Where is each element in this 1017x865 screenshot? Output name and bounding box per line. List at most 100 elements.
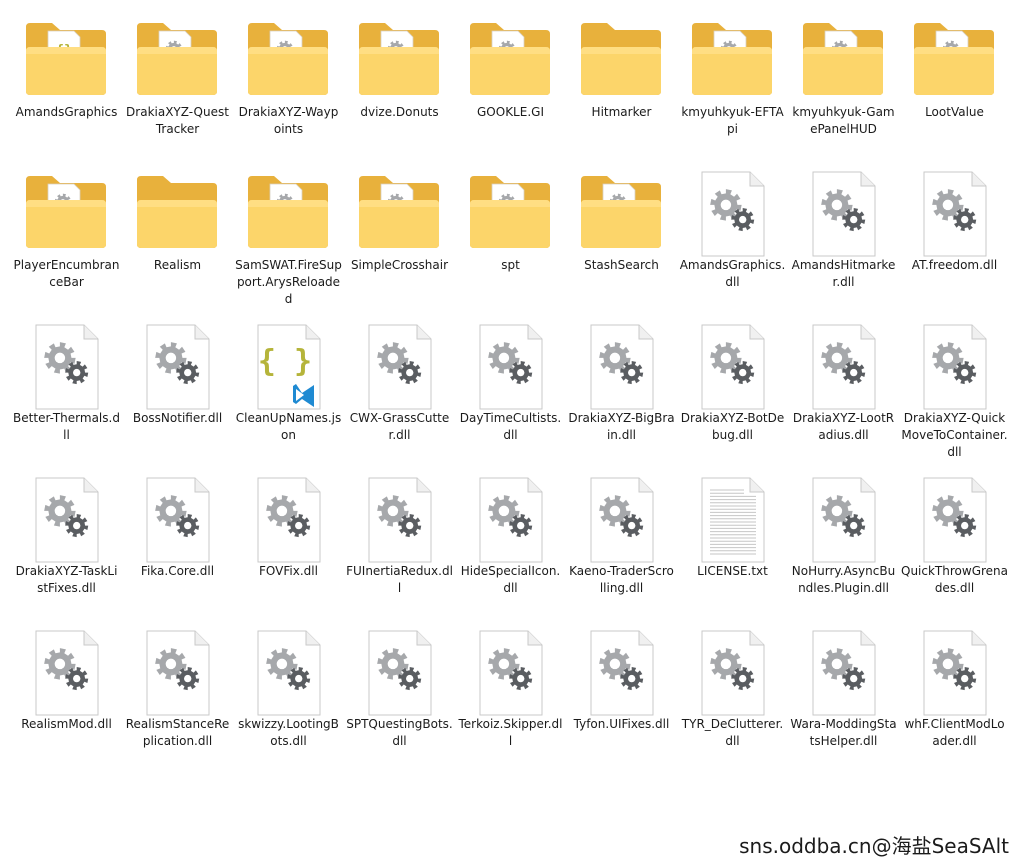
folder-item[interactable]: kmyuhkyuk-GamePanelHUD <box>788 10 899 163</box>
folder-icon <box>244 170 332 258</box>
dll-file-icon <box>355 629 443 717</box>
file-name-label: Realism <box>153 258 202 272</box>
folder-item[interactable]: Realism <box>122 163 233 316</box>
dll-file-icon <box>799 170 887 258</box>
file-item[interactable]: BossNotifier.dll <box>122 316 233 469</box>
file-item[interactable]: Tyfon.UIFixes.dll <box>566 622 677 775</box>
file-name-label: DrakiaXYZ-Waypoints <box>238 105 339 136</box>
dll-file-icon <box>355 476 443 564</box>
file-item[interactable]: skwizzy.LootingBots.dll <box>233 622 344 775</box>
file-name-label: Tyfon.UIFixes.dll <box>573 717 670 731</box>
file-name-label: CWX-GrassCutter.dll <box>349 411 450 442</box>
file-item[interactable]: RealismStanceReplication.dll <box>122 622 233 775</box>
dll-file-icon <box>133 629 221 717</box>
folder-icon <box>244 17 332 105</box>
dll-file-icon <box>466 323 554 411</box>
folder-icon <box>910 17 998 105</box>
file-name-label: StashSearch <box>584 258 659 272</box>
folder-item[interactable]: GOOKLE.GI <box>455 10 566 163</box>
folder-item[interactable]: spt <box>455 163 566 316</box>
dll-file-icon <box>22 323 110 411</box>
file-name-label: GOOKLE.GI <box>477 105 544 119</box>
file-name-label: DrakiaXYZ-BigBrain.dll <box>568 411 675 442</box>
file-name-label: SamSWAT.FireSupport.ArysReloaded <box>235 258 342 306</box>
file-name-label: DrakiaXYZ-QuestTracker <box>126 105 229 136</box>
folder-item[interactable]: SimpleCrosshair <box>344 163 455 316</box>
file-item[interactable]: LICENSE.txt <box>677 469 788 622</box>
file-item[interactable]: FOVFix.dll <box>233 469 344 622</box>
file-item[interactable]: { } CleanUpNames.json <box>233 316 344 469</box>
file-name-label: QuickThrowGrenades.dll <box>901 564 1009 595</box>
folder-item[interactable]: DrakiaXYZ-Waypoints <box>233 10 344 163</box>
file-item[interactable]: AT.freedom.dll <box>899 163 1010 316</box>
folder-item[interactable]: Hitmarker <box>566 10 677 163</box>
file-name-label: kmyuhkyuk-GamePanelHUD <box>792 105 895 136</box>
folder-icon <box>466 17 554 105</box>
file-name-label: Wara-ModdingStatsHelper.dll <box>790 717 897 748</box>
file-name-label: Better-Thermals.dll <box>13 411 120 442</box>
dll-file-icon <box>910 629 998 717</box>
folder-item[interactable]: DrakiaXYZ-QuestTracker <box>122 10 233 163</box>
folder-icon <box>22 170 110 258</box>
file-item[interactable]: HideSpecialIcon.dll <box>455 469 566 622</box>
folder-icon <box>133 17 221 105</box>
file-item[interactable]: DrakiaXYZ-QuickMoveToContainer.dll <box>899 316 1010 469</box>
file-item[interactable]: whF.ClientModLoader.dll <box>899 622 1010 775</box>
file-item[interactable]: DrakiaXYZ-TaskListFixes.dll <box>11 469 122 622</box>
dll-file-icon <box>910 170 998 258</box>
folder-item[interactable]: {} AmandsGraphics <box>11 10 122 163</box>
dll-file-icon <box>22 476 110 564</box>
file-item[interactable]: FUInertiaRedux.dll <box>344 469 455 622</box>
file-item[interactable]: DrakiaXYZ-BotDebug.dll <box>677 316 788 469</box>
file-name-label: SPTQuestingBots.dll <box>346 717 453 748</box>
dll-file-icon <box>688 323 776 411</box>
folder-icon <box>133 170 221 258</box>
file-item[interactable]: NoHurry.AsyncBundles.Plugin.dll <box>788 469 899 622</box>
file-name-label: DrakiaXYZ-LootRadius.dll <box>792 411 895 442</box>
file-name-label: HideSpecialIcon.dll <box>460 564 561 595</box>
file-item[interactable]: CWX-GrassCutter.dll <box>344 316 455 469</box>
file-item[interactable]: Fika.Core.dll <box>122 469 233 622</box>
file-name-label: DrakiaXYZ-QuickMoveToContainer.dll <box>901 411 1008 459</box>
file-name-label: Hitmarker <box>591 105 652 119</box>
file-name-label: whF.ClientModLoader.dll <box>904 717 1005 748</box>
folder-item[interactable]: kmyuhkyuk-EFTApi <box>677 10 788 163</box>
folder-item[interactable]: PlayerEncumbranceBar <box>11 163 122 316</box>
file-item[interactable]: AmandsHitmarker.dll <box>788 163 899 316</box>
file-item[interactable]: DrakiaXYZ-LootRadius.dll <box>788 316 899 469</box>
dll-file-icon <box>577 323 665 411</box>
file-item[interactable]: TYR_DeClutterer.dll <box>677 622 788 775</box>
folder-item[interactable]: dvize.Donuts <box>344 10 455 163</box>
file-name-label: DrakiaXYZ-TaskListFixes.dll <box>15 564 118 595</box>
file-name-label: RealismStanceReplication.dll <box>125 717 230 748</box>
file-item[interactable]: Kaeno-TraderScrolling.dll <box>566 469 677 622</box>
dll-file-icon <box>688 170 776 258</box>
file-item[interactable]: QuickThrowGrenades.dll <box>899 469 1010 622</box>
json-file-icon: { } <box>244 323 332 411</box>
file-name-label: Kaeno-TraderScrolling.dll <box>569 564 674 595</box>
file-name-label: AmandsHitmarker.dll <box>791 258 896 289</box>
folder-item[interactable]: StashSearch <box>566 163 677 316</box>
dll-file-icon <box>133 323 221 411</box>
file-item[interactable]: DayTimeCultists.dll <box>455 316 566 469</box>
file-name-label: LootValue <box>925 105 984 119</box>
file-item[interactable]: Better-Thermals.dll <box>11 316 122 469</box>
folder-icon <box>355 170 443 258</box>
folder-item[interactable]: SamSWAT.FireSupport.ArysReloaded <box>233 163 344 316</box>
folder-item[interactable]: LootValue <box>899 10 1010 163</box>
file-item[interactable]: AmandsGraphics.dll <box>677 163 788 316</box>
file-name-label: dvize.Donuts <box>360 105 439 119</box>
file-item[interactable]: DrakiaXYZ-BigBrain.dll <box>566 316 677 469</box>
file-name-label: AmandsGraphics <box>15 105 118 119</box>
dll-file-icon <box>133 476 221 564</box>
file-item[interactable]: SPTQuestingBots.dll <box>344 622 455 775</box>
dll-file-icon <box>688 629 776 717</box>
dll-file-icon <box>577 629 665 717</box>
file-name-label: skwizzy.LootingBots.dll <box>238 717 339 748</box>
file-name-label: DayTimeCultists.dll <box>459 411 562 442</box>
file-name-label: PlayerEncumbranceBar <box>13 258 120 289</box>
file-item[interactable]: RealismMod.dll <box>11 622 122 775</box>
file-item[interactable]: Terkoiz.Skipper.dll <box>455 622 566 775</box>
file-item[interactable]: Wara-ModdingStatsHelper.dll <box>788 622 899 775</box>
dll-file-icon <box>244 476 332 564</box>
